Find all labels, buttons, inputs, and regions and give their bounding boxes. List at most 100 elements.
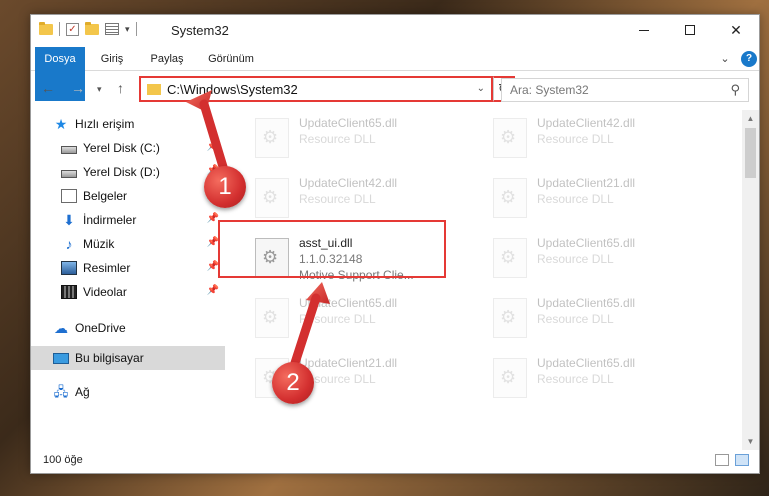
tiles-view-icon[interactable]	[735, 454, 749, 466]
pin-icon[interactable]: 📌	[207, 285, 219, 296]
minimize-button[interactable]	[621, 15, 667, 45]
file-name: UpdateClient21.dll	[537, 176, 636, 190]
file-item[interactable]: UpdateClient65.dll Resource DLL	[487, 234, 707, 288]
file-item[interactable]: UpdateClient42.dll Resource DLL	[487, 114, 707, 168]
sidebar-item-disk-d[interactable]: Yerel Disk (D:) 📌	[31, 160, 225, 184]
toolbar-separator	[135, 22, 137, 36]
step-callout-2: 2	[272, 362, 314, 404]
file-description: Resource DLL	[537, 132, 614, 146]
status-bar: 100 öğe	[31, 449, 759, 473]
file-name: UpdateClient65.dll	[299, 296, 398, 310]
up-arrow-icon[interactable]: ↑	[117, 80, 124, 96]
file-item[interactable]: UpdateClient65.dll Resource DLL	[487, 354, 707, 408]
sidebar-item-label: Yerel Disk (C:)	[83, 141, 160, 155]
sidebar-item-label: Müzik	[83, 237, 115, 251]
file-description: Resource DLL	[537, 192, 614, 206]
sidebar-item-quick-access[interactable]: ★ Hızlı erişim	[31, 112, 225, 136]
network-icon: 🖧	[53, 384, 69, 399]
sidebar-item-pictures[interactable]: Resimler 📌	[31, 256, 225, 280]
toolbar-separator	[59, 22, 60, 36]
quick-access-toolbar: ✓ ▾	[39, 21, 137, 36]
search-placeholder: Ara: System32	[510, 83, 589, 97]
expand-ribbon-icon[interactable]: ⌄	[717, 51, 733, 67]
sidebar-item-disk-c[interactable]: Yerel Disk (C:) 📌	[31, 136, 225, 160]
help-icon[interactable]: ?	[741, 51, 757, 67]
dll-file-icon	[493, 298, 527, 338]
sidebar-item-this-pc[interactable]: Bu bilgisayar	[31, 346, 225, 370]
file-name: UpdateClient21.dll	[299, 356, 398, 370]
window-title: System32	[171, 23, 229, 38]
file-name: UpdateClient65.dll	[537, 296, 636, 310]
scroll-down-icon[interactable]: ▼	[742, 433, 759, 450]
file-name: UpdateClient42.dll	[299, 176, 398, 190]
sidebar-item-label: Bu bilgisayar	[75, 351, 144, 365]
sidebar-item-music[interactable]: ♪ Müzik 📌	[31, 232, 225, 256]
details-view-icon[interactable]	[715, 454, 729, 466]
tab-view[interactable]: Görünüm	[199, 47, 263, 71]
sidebar-item-documents[interactable]: Belgeler 📌	[31, 184, 225, 208]
scroll-up-icon[interactable]: ▲	[742, 110, 759, 127]
dll-file-icon	[493, 178, 527, 218]
dll-file-icon	[255, 178, 289, 218]
navigation-pane: ★ Hızlı erişim Yerel Disk (C:) 📌 Yerel D…	[31, 110, 225, 450]
customize-toolbar-icon[interactable]: ▾	[125, 24, 130, 35]
recent-locations-icon[interactable]: ▾	[97, 84, 102, 95]
address-path[interactable]: C:\Windows\System32	[167, 82, 298, 97]
search-input[interactable]: Ara: System32 ⚲	[501, 78, 749, 102]
folder-icon	[147, 84, 161, 95]
maximize-button[interactable]	[667, 15, 713, 45]
sidebar-item-onedrive[interactable]: ☁ OneDrive	[31, 316, 225, 340]
close-button[interactable]: ✕	[713, 15, 759, 45]
file-description: Resource DLL	[299, 312, 376, 326]
file-item[interactable]: UpdateClient65.dll Resource DLL	[249, 114, 469, 168]
sidebar-item-label: Yerel Disk (D:)	[83, 165, 160, 179]
view-switcher	[715, 454, 749, 466]
dll-file-icon	[493, 358, 527, 398]
file-item[interactable]: UpdateClient21.dll Resource DLL	[487, 174, 707, 228]
sidebar-item-label: Videolar	[83, 285, 127, 299]
chevron-down-icon[interactable]: ⌄	[477, 83, 485, 94]
tab-share[interactable]: Paylaş	[143, 47, 191, 71]
address-bar[interactable]: C:\Windows\System32 ⌄	[139, 76, 493, 102]
sidebar-item-label: Resimler	[83, 261, 131, 275]
computer-icon	[53, 352, 69, 364]
item-count: 100 öğe	[43, 454, 83, 466]
tab-home[interactable]: Giriş	[91, 47, 133, 71]
file-description: Resource DLL	[537, 312, 614, 326]
back-arrow-icon[interactable]: ←	[41, 80, 55, 96]
checkmark-icon[interactable]: ✓	[66, 22, 79, 36]
sidebar-item-label: Hızlı erişim	[75, 117, 135, 131]
properties-icon[interactable]	[105, 23, 119, 35]
dll-file-icon	[255, 298, 289, 338]
star-icon: ★	[54, 116, 68, 132]
pin-icon[interactable]: 📌	[207, 141, 219, 152]
new-folder-icon[interactable]	[85, 21, 99, 35]
pictures-icon	[61, 261, 77, 275]
documents-icon	[61, 189, 77, 203]
ribbon: Dosya Giriş Paylaş Görünüm ⌄ ?	[31, 47, 759, 101]
file-description: Resource DLL	[299, 192, 376, 206]
file-name: UpdateClient65.dll	[299, 116, 398, 130]
music-icon: ♪	[65, 236, 73, 252]
file-description: Resource DLL	[537, 372, 614, 386]
download-icon: ⬇	[63, 212, 75, 228]
sidebar-item-downloads[interactable]: ⬇ İndirmeler 📌	[31, 208, 225, 232]
scrollbar-thumb[interactable]	[745, 128, 756, 178]
dll-file-icon	[255, 118, 289, 158]
file-description: Resource DLL	[299, 132, 376, 146]
file-item[interactable]: UpdateClient65.dll Resource DLL	[487, 294, 707, 348]
forward-arrow-icon[interactable]: →	[71, 80, 85, 96]
search-icon[interactable]: ⚲	[730, 82, 740, 98]
file-item[interactable]: UpdateClient65.dll Resource DLL	[249, 294, 469, 348]
sidebar-item-network[interactable]: 🖧 Ağ	[31, 380, 225, 404]
file-name: UpdateClient42.dll	[537, 116, 636, 130]
sidebar-item-label: OneDrive	[75, 321, 126, 335]
vertical-scrollbar[interactable]: ▲ ▼	[742, 110, 759, 450]
file-name: UpdateClient65.dll	[537, 236, 636, 250]
navigation-bar: ← → ▾ ↑ C:\Windows\System32 ⌄ ↻ Ara: Sys…	[31, 72, 759, 106]
sidebar-item-videos[interactable]: Videolar 📌	[31, 280, 225, 304]
videos-icon	[61, 285, 77, 299]
file-name: UpdateClient65.dll	[537, 356, 636, 370]
highlighted-file-box	[218, 220, 446, 278]
close-icon: ✕	[730, 21, 742, 38]
